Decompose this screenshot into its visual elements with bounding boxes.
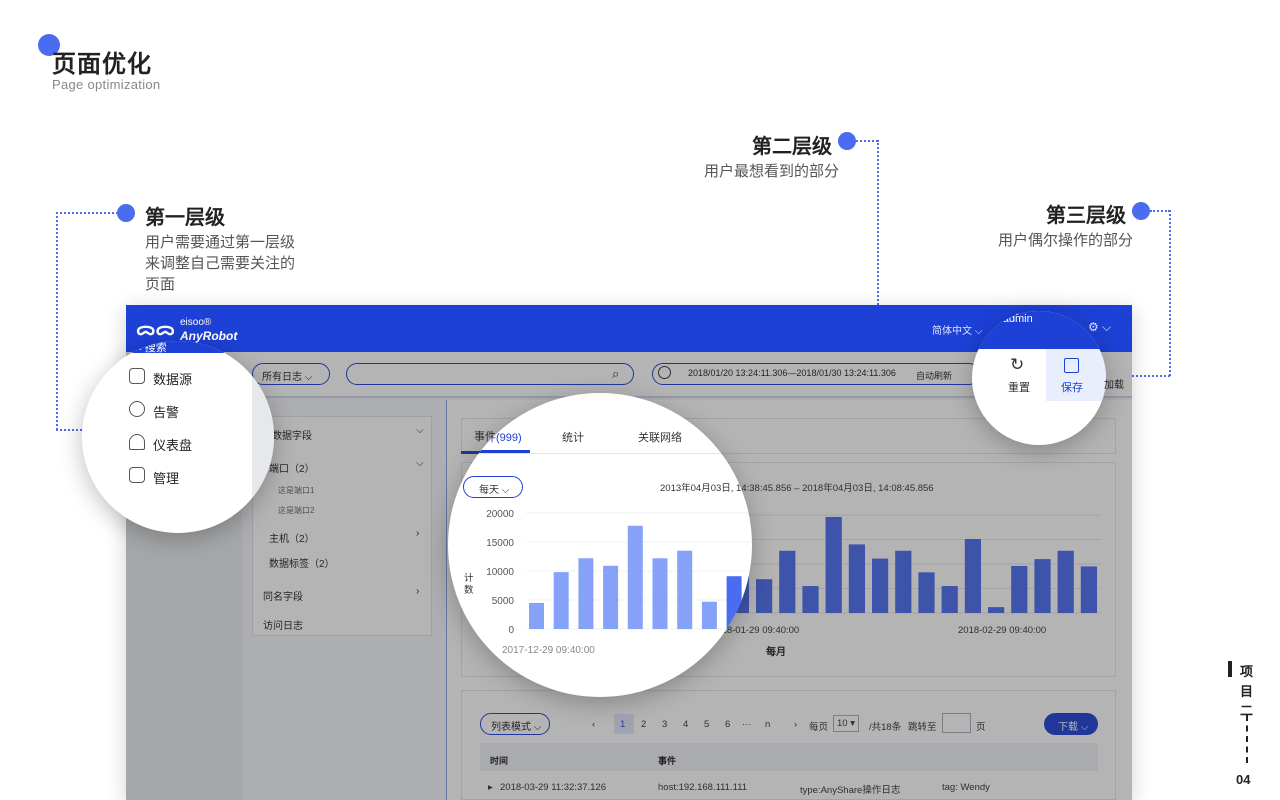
callout-level1-desc-line2: 来调整自己需要关注的 <box>145 255 296 272</box>
y-tick-label: 0 <box>508 625 514 636</box>
gauge-icon <box>129 434 145 450</box>
back-search-link[interactable]: ‹ 搜索 <box>138 341 167 355</box>
save-button[interactable]: 保存 <box>1061 379 1083 395</box>
y-tick-label: 5000 <box>492 596 515 607</box>
magnified-tab-events[interactable]: 事件(999) <box>474 429 522 445</box>
page-number: 04 <box>1236 772 1251 787</box>
callout-level1-title: 第一层级 <box>145 207 225 229</box>
chart-bar <box>627 525 643 629</box>
magnifier-side-shade <box>252 341 274 533</box>
chart-bar <box>578 558 594 629</box>
callout-level2-line <box>856 140 878 142</box>
chart-bar <box>701 601 717 629</box>
callout-level2-desc: 用户最想看到的部分 <box>704 163 840 180</box>
side-tag-bar <box>1228 661 1232 677</box>
menu-item-alarm[interactable]: 告警 <box>153 402 179 421</box>
load-button[interactable]: 加载 <box>1104 376 1124 391</box>
callout-level3-title: 第三层级 <box>1046 205 1126 227</box>
magnified-tab-network[interactable]: 关联网络 <box>638 429 682 445</box>
chart-bar <box>529 602 544 629</box>
menu-item-dashboard[interactable]: 仪表盘 <box>153 435 192 454</box>
chart-bar <box>603 565 619 629</box>
callout-level1-desc-line1: 用户需要通过第一层级 <box>145 234 296 251</box>
logo-brand: eisoo® <box>180 317 212 328</box>
callout-level3-dot <box>1132 202 1150 220</box>
x-tick-label: 2017-12-29 09:40:00 <box>502 645 595 656</box>
magnified-period-select[interactable]: 每天 ⌵ <box>463 476 523 498</box>
side-tag-char: 目 <box>1240 684 1254 699</box>
magnifier-chart: 事件(999) 统计 关联网络 每天 ⌵ 2013年04月03日, 14:38:… <box>448 393 752 697</box>
callout-level2-dot <box>838 132 856 150</box>
callout-level3-line <box>1150 210 1170 212</box>
slide-subtitle: Page optimization <box>52 77 161 92</box>
side-tag-char: 项 <box>1240 664 1254 679</box>
magnified-tab-indicator <box>462 450 530 453</box>
callout-level3-line-vertical <box>1169 210 1171 376</box>
side-tag-dash <box>1246 715 1248 763</box>
callout-level1-line <box>56 212 118 214</box>
callout-level1-desc-line3: 页面 <box>145 276 176 293</box>
magnifier-top-bar <box>82 341 274 353</box>
y-tick-label: 20000 <box>486 509 514 520</box>
reset-button[interactable]: 重置 <box>1008 379 1030 395</box>
y-tick-label: 10000 <box>486 567 514 578</box>
chart-bar <box>553 572 569 629</box>
database-icon <box>129 368 145 384</box>
alarm-icon <box>129 401 145 417</box>
menu-item-manage[interactable]: 管理 <box>153 468 179 487</box>
save-icon[interactable] <box>1064 358 1079 373</box>
magnifier-sidebar: ‹ 搜索 数据源 告警 仪表盘 管理 <box>82 341 274 533</box>
magnified-bar-chart: 0 5000 10000 15000 20000 2017-12-29 09:40:00 <box>486 509 752 656</box>
callout-level1-line-vertical <box>56 212 58 430</box>
slide-title: 页面优化 <box>52 51 152 78</box>
chart-bar <box>677 550 693 629</box>
logo-icon: ᯅᯅ <box>136 319 175 339</box>
chart-bar <box>652 558 668 629</box>
callout-level3-desc: 用户偶尔操作的部分 <box>998 232 1134 249</box>
menu-item-datasource[interactable]: 数据源 <box>153 369 192 388</box>
magnifier-actions: ⛶ admin ↻ 重置 保存 <box>972 311 1106 445</box>
callout-level1-dot <box>117 204 135 222</box>
callout-level2-title: 第二层级 <box>752 136 832 158</box>
chart-bar <box>726 576 742 629</box>
y-tick-label: 15000 <box>486 538 514 549</box>
magnified-tab-statistics[interactable]: 统计 <box>562 429 584 445</box>
magnified-user[interactable]: ⛶ admin <box>992 313 1033 326</box>
reset-icon[interactable]: ↻ <box>1010 355 1024 375</box>
magnified-range-text: 2013年04月03日, 14:38:45.856 – 2018年04月03日,… <box>660 483 752 494</box>
manage-icon <box>129 467 145 483</box>
